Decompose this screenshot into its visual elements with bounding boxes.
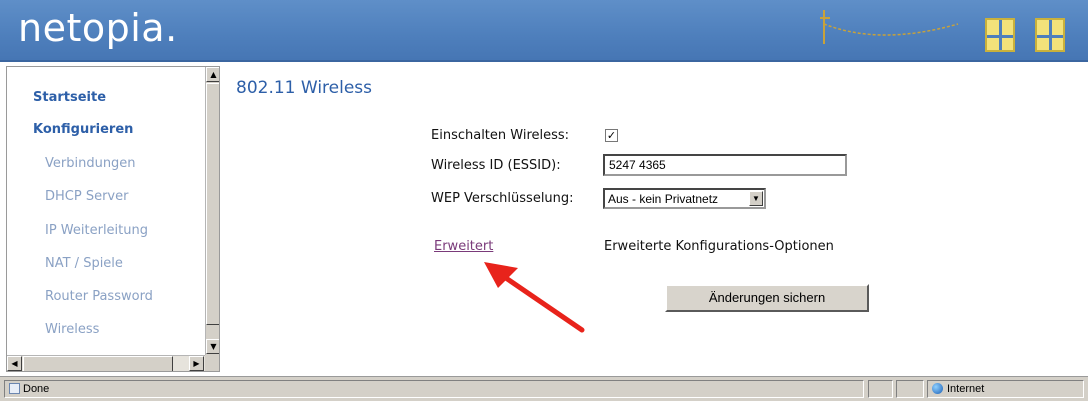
- sidebar-nav: Startseite Konfigurieren Verbindungen DH…: [7, 67, 205, 355]
- page-icon: [9, 383, 20, 394]
- globe-icon: [932, 383, 943, 394]
- scroll-down-icon[interactable]: ▼: [206, 339, 219, 354]
- sidebar-frame: Startseite Konfigurieren Verbindungen DH…: [6, 66, 220, 372]
- zone-text: Internet: [947, 383, 985, 395]
- scroll-left-icon[interactable]: ◀: [7, 356, 22, 371]
- red-arrow-annotation-icon: [484, 262, 585, 333]
- scroll-right-icon[interactable]: ▶: [189, 356, 204, 371]
- horizontal-scroll-thumb[interactable]: [23, 356, 173, 371]
- security-zone-pane: Internet: [927, 380, 1084, 398]
- scrollbar-corner: [205, 355, 219, 371]
- sidebar-item-dhcp-server[interactable]: DHCP Server: [45, 189, 128, 204]
- erweitert-link[interactable]: Erweitert: [434, 239, 493, 254]
- wep-label: WEP Verschlüsselung:: [431, 191, 574, 206]
- sidebar-item-verbindungen[interactable]: Verbindungen: [45, 156, 136, 171]
- decorative-wire-icon: [820, 10, 959, 44]
- window-icon-right: [1035, 18, 1065, 52]
- enable-wireless-checkbox[interactable]: ✓: [605, 129, 618, 142]
- save-changes-button[interactable]: Änderungen sichern: [665, 284, 869, 312]
- status-text: Done: [23, 383, 50, 395]
- sidebar-item-nat-spiele[interactable]: NAT / Spiele: [45, 256, 123, 271]
- sidebar-horizontal-scrollbar[interactable]: ◀ ▶: [7, 355, 205, 371]
- enable-wireless-label: Einschalten Wireless:: [431, 128, 570, 143]
- essid-input[interactable]: 5247 4365: [603, 154, 847, 176]
- browser-status-bar: Done Internet: [0, 376, 1088, 401]
- erweitert-description: Erweiterte Konfigurations-Optionen: [604, 239, 834, 254]
- status-text-pane: Done: [4, 380, 864, 398]
- sidebar-item-startseite[interactable]: Startseite: [33, 90, 106, 105]
- browser-window: netopia. Startseite Konfigurieren Verbin…: [0, 0, 1088, 401]
- status-pane-1: [868, 380, 893, 398]
- netopia-logo: netopia.: [18, 6, 178, 50]
- header-banner: netopia.: [0, 0, 1088, 62]
- sidebar-item-ip-weiterleitung[interactable]: IP Weiterleitung: [45, 223, 148, 238]
- sidebar-item-router-password[interactable]: Router Password: [45, 289, 153, 304]
- sidebar-item-wireless[interactable]: Wireless: [45, 322, 99, 337]
- window-icon-left: [985, 18, 1015, 52]
- sidebar-item-konfigurieren[interactable]: Konfigurieren: [33, 122, 133, 137]
- vertical-scroll-thumb[interactable]: [206, 83, 219, 325]
- scroll-up-icon[interactable]: ▲: [206, 67, 219, 82]
- status-pane-2: [896, 380, 924, 398]
- wep-encryption-select[interactable]: Aus - kein Privatnetz ▼: [603, 188, 766, 209]
- sidebar-vertical-scrollbar[interactable]: ▲ ▼: [205, 67, 219, 355]
- chevron-down-icon[interactable]: ▼: [749, 191, 763, 206]
- essid-label: Wireless ID (ESSID):: [431, 158, 561, 173]
- wep-selected-value: Aus - kein Privatnetz: [608, 192, 719, 206]
- page-title: 802.11 Wireless: [236, 78, 373, 98]
